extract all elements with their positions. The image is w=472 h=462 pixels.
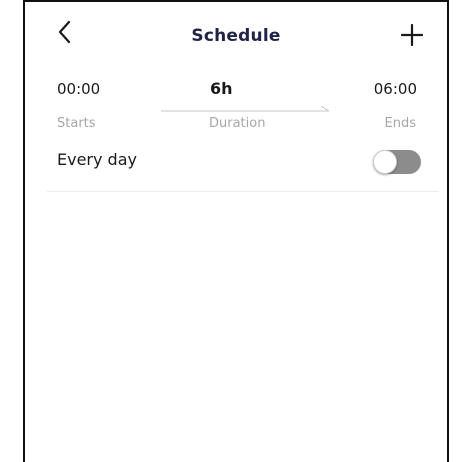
end-time-value[interactable]: 06:00 bbox=[374, 80, 417, 98]
toggle-knob bbox=[373, 150, 397, 174]
repeat-row: Every day bbox=[25, 146, 447, 186]
starts-label: Starts bbox=[57, 116, 96, 131]
header-bar: Schedule bbox=[25, 2, 447, 66]
plus-icon bbox=[400, 23, 424, 47]
ends-label: Ends bbox=[384, 116, 416, 131]
every-day-toggle[interactable] bbox=[373, 150, 421, 174]
schedule-screen: Schedule 00:00 6h 06:00 Starts Duration … bbox=[23, 0, 449, 462]
duration-value: 6h bbox=[210, 79, 233, 98]
duration-arrow-icon bbox=[161, 105, 330, 112]
every-day-label: Every day bbox=[57, 150, 137, 169]
page-title: Schedule bbox=[191, 26, 281, 46]
time-range-row: 00:00 6h 06:00 Starts Duration Ends bbox=[25, 79, 447, 138]
duration-label: Duration bbox=[209, 116, 266, 131]
schedule-content-area bbox=[25, 192, 447, 462]
start-time-value[interactable]: 00:00 bbox=[57, 80, 100, 98]
add-schedule-button[interactable] bbox=[400, 23, 424, 47]
